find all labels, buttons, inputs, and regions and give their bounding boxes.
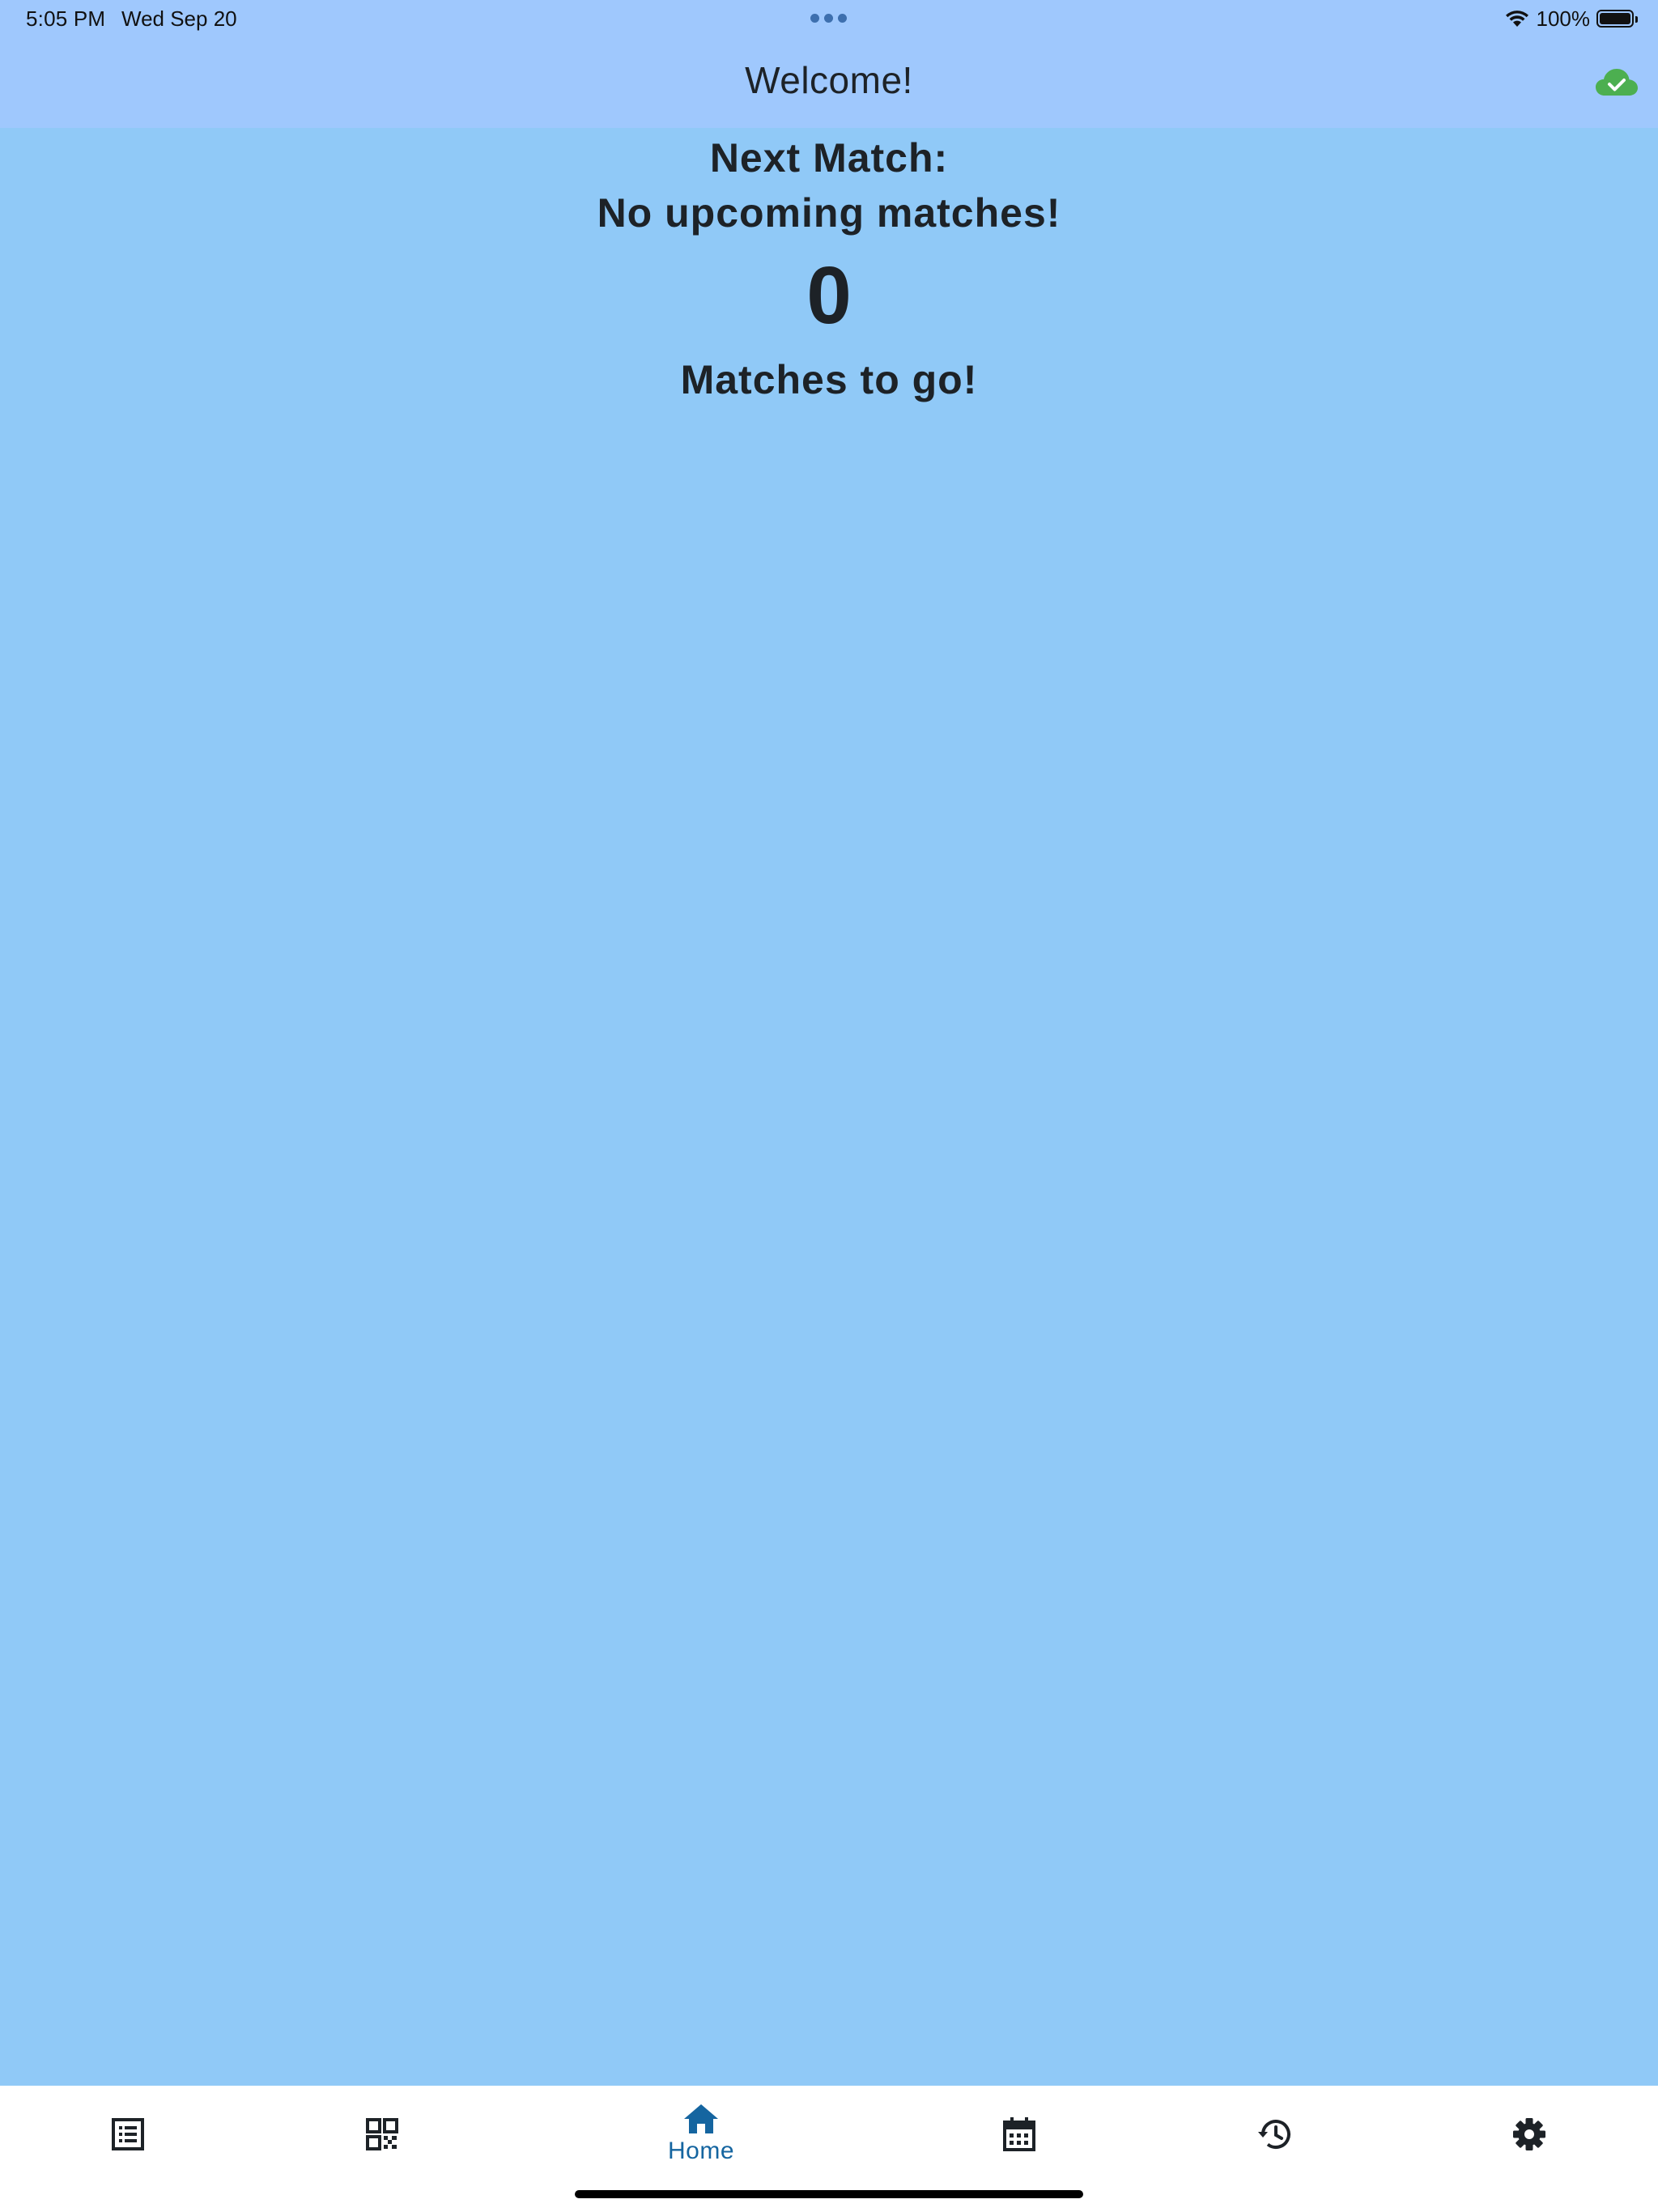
settings-icon [1513, 2118, 1545, 2150]
wifi-icon [1505, 11, 1528, 27]
tab-settings[interactable] [1481, 2086, 1578, 2183]
tab-home[interactable]: Home [620, 2086, 782, 2183]
tab-list[interactable] [79, 2086, 176, 2183]
battery-percentage: 100% [1536, 6, 1591, 31]
calendar-icon [1003, 2117, 1035, 2151]
battery-icon [1596, 10, 1638, 28]
tab-history[interactable] [1226, 2086, 1323, 2183]
status-time: 5:05 PM [26, 6, 106, 31]
status-indicators: 100% [1504, 5, 1638, 32]
tab-qr-scanner[interactable] [334, 2086, 431, 2183]
matches-to-go-label: Matches to go! [680, 357, 978, 402]
list-icon [112, 2118, 144, 2150]
home-indicator[interactable] [575, 2190, 1083, 2198]
page-title: Welcome! [745, 59, 913, 101]
matches-count: 0 [806, 250, 852, 341]
next-match-value: No upcoming matches! [597, 190, 1061, 236]
history-icon [1258, 2120, 1290, 2149]
multitasking-dots-icon[interactable] [810, 14, 847, 23]
tab-home-label: Home [667, 2138, 735, 2164]
home-content: Next Match: No upcoming matches! 0 Match… [0, 128, 1658, 2086]
app-header: 5:05 PM Wed Sep 20 100% Welcome! [0, 0, 1658, 128]
home-icon [684, 2104, 718, 2133]
cloud-check-icon[interactable] [1595, 66, 1639, 99]
status-date: Wed Sep 20 [121, 6, 237, 31]
qr-code-icon [366, 2118, 398, 2150]
tab-calendar[interactable] [971, 2086, 1068, 2183]
next-match-label: Next Match: [709, 135, 949, 181]
